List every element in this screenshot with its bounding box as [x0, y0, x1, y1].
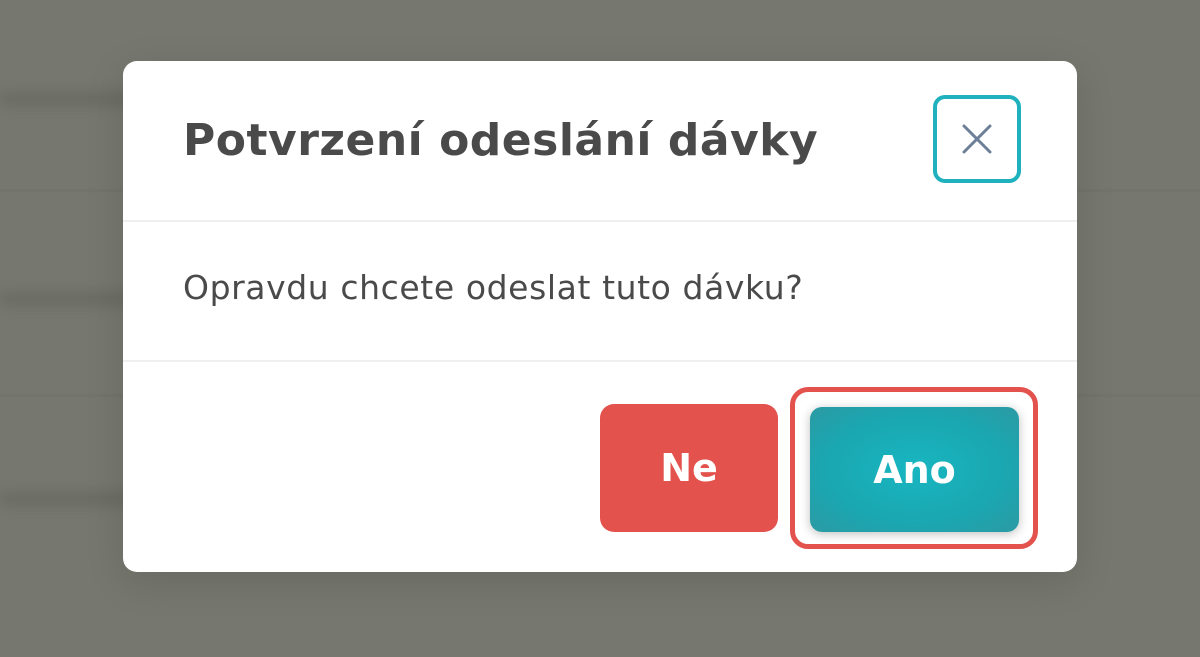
dialog-footer: Ne Ano	[123, 362, 1077, 572]
no-button[interactable]: Ne	[600, 404, 778, 532]
confirm-dialog: Potvrzení odeslání dávky Opravdu chcete …	[123, 61, 1077, 572]
dialog-message: Opravdu chcete odeslat tuto dávku?	[183, 268, 804, 307]
dialog-header: Potvrzení odeslání dávky	[123, 61, 1077, 222]
close-icon	[960, 122, 994, 156]
close-button[interactable]	[933, 95, 1021, 183]
yes-button[interactable]: Ano	[810, 407, 1019, 532]
dialog-body: Opravdu chcete odeslat tuto dávku?	[123, 222, 1077, 362]
dialog-title: Potvrzení odeslání dávky	[183, 115, 819, 166]
